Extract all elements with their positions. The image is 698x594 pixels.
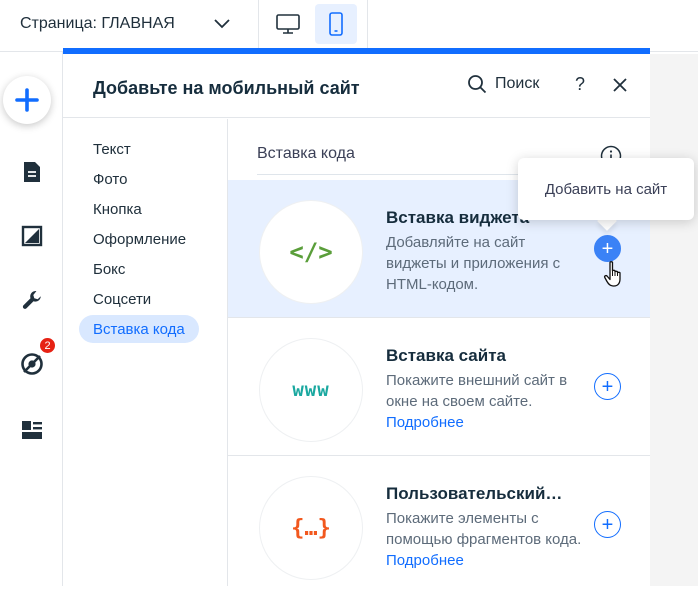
category-button[interactable]: Кнопка [79,195,156,223]
item-description: Покажите элементы с помощью фрагментов к… [386,508,586,571]
item-description-text: Покажите элементы с помощью фрагментов к… [386,510,582,548]
item-thumbnail: {…} [259,476,363,580]
add-panel: Добавьте на мобильный сайт Поиск ? Текст… [63,54,650,586]
learn-more-link[interactable]: Подробнее [386,414,464,431]
divider [258,0,259,52]
page-selector-label: Страница: ГЛАВНАЯ [20,15,175,32]
category-box[interactable]: Бокс [79,255,139,283]
list-item-embed-site[interactable]: www Вставка сайта Покажите внешний сайт … [228,318,650,456]
search-label: Поиск [495,75,540,92]
desktop-view-button[interactable] [267,4,309,44]
category-decor[interactable]: Оформление [79,225,200,253]
page-icon [23,162,40,182]
add-to-site-button[interactable]: + [594,235,621,262]
panel-title: Добавьте на мобильный сайт [93,78,360,98]
search-button[interactable]: Поиск [467,74,539,94]
add-to-site-button[interactable]: + [594,373,621,400]
mobile-icon [329,12,343,36]
www-icon: www [292,379,330,401]
divider [367,0,368,52]
layout-button[interactable] [0,410,63,450]
category-embed-code[interactable]: Вставка кода [79,315,199,343]
curly-braces-icon: {…} [291,515,331,541]
category-social[interactable]: Соцсети [79,285,165,313]
wrench-icon [22,291,41,309]
item-title: Пользовательский… [386,484,563,503]
category-list: Текст Фото Кнопка Оформление Бокс Соцсет… [63,119,228,586]
category-text[interactable]: Текст [79,135,145,163]
layout-icon [21,421,42,439]
item-thumbnail: www [259,338,363,442]
item-description-text: Покажите внешний сайт в окне на своем са… [386,372,568,410]
item-thumbnail: </> [259,200,363,304]
canvas-background [650,54,698,586]
desktop-icon [276,14,300,34]
hand-cursor-icon [603,261,621,287]
plus-icon [15,88,39,112]
add-elements-button[interactable] [3,76,51,124]
learn-more-link[interactable]: Подробнее [386,552,464,569]
item-title: Вставка сайта [386,346,506,365]
theme-icon [21,225,42,247]
chevron-down-icon[interactable] [213,16,231,30]
section-title: Вставка кода [257,145,355,162]
panel-header: Добавьте на мобильный сайт Поиск ? [63,54,650,118]
category-photo[interactable]: Фото [79,165,141,193]
code-icon: </> [289,238,333,266]
help-button[interactable]: ? [575,74,585,95]
notification-badge: 2 [38,336,57,355]
tooltip: Добавить на сайт [518,158,694,220]
item-description: Покажите внешний сайт в окне на своем са… [386,370,586,433]
mobile-view-button[interactable] [315,4,357,44]
design-button[interactable] [0,216,63,256]
tooltip-text: Добавить на сайт [544,180,668,198]
eye-off-icon [20,353,43,375]
tools-button[interactable] [0,280,63,320]
item-description: Добавляйте на сайт виджеты и приложения … [386,232,586,295]
add-to-site-button[interactable]: + [594,511,621,538]
top-bar: Страница: ГЛАВНАЯ [0,0,698,52]
page-selector[interactable]: Страница: ГЛАВНАЯ [20,0,175,48]
search-icon [468,75,487,94]
pages-button[interactable] [0,152,63,192]
item-description-text: Добавляйте на сайт виджеты и приложения … [386,234,561,293]
close-icon[interactable] [611,76,629,94]
list-item-custom-element[interactable]: {…} Пользовательский… Покажите элементы … [228,456,650,594]
